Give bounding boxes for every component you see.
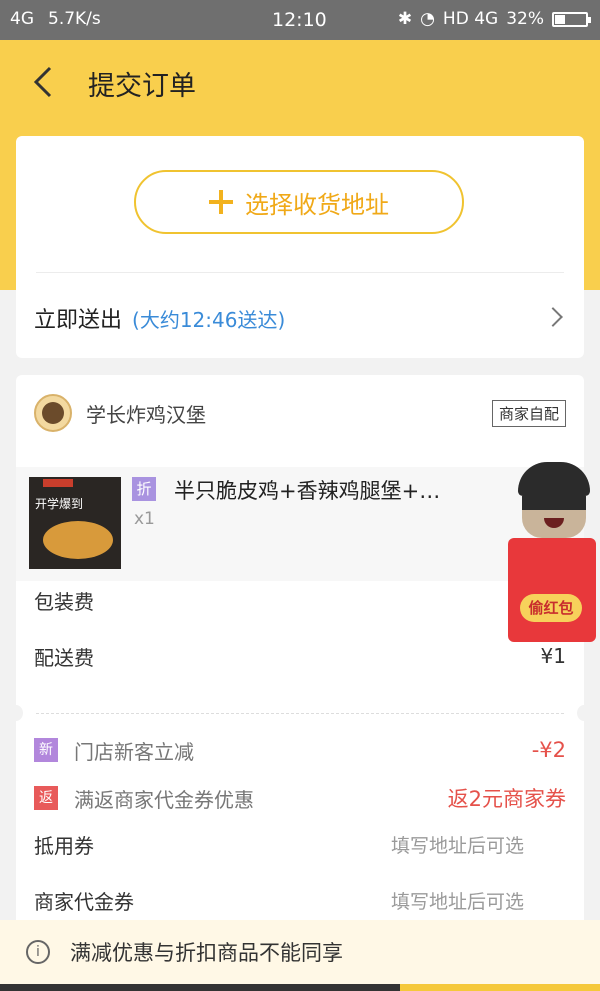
coupon-label: 抵用券 <box>34 833 94 858</box>
new-customer-promo-row: 新 门店新客立减 -¥2 <box>34 735 566 765</box>
battery-percent: 32% <box>506 9 544 29</box>
return-badge-icon: 返 <box>34 786 58 810</box>
network-hd-indicator: HD 4G <box>442 9 499 29</box>
network-indicator: 4G <box>10 9 34 29</box>
address-card: 选择收货地址 立即送出 (大约12:46送达) <box>16 136 584 358</box>
delivery-fee-row: 配送费 ¥1 <box>34 641 566 671</box>
product-quantity: x1 <box>134 509 155 529</box>
red-envelope-icon: 偷红包 <box>508 538 596 642</box>
submit-bar-accent[interactable] <box>400 984 600 991</box>
select-address-button[interactable]: 选择收货地址 <box>134 170 464 234</box>
alarm-icon: ◔ <box>420 9 435 29</box>
cashback-promo-label: 满返商家代金券优惠 <box>74 787 254 812</box>
network-speed: 5.7K/s <box>48 9 101 29</box>
product-image: 开学爆到 <box>29 477 121 569</box>
product-name: 半只脆皮鸡+香辣鸡腿堡+… <box>174 479 441 503</box>
battery-icon <box>552 11 591 27</box>
plus-icon <box>209 190 233 214</box>
clock: 12:10 <box>272 9 327 31</box>
notice-text: 满减优惠与折扣商品不能同享 <box>70 941 343 965</box>
pickup-badge: 商家自配 <box>491 400 566 427</box>
coupon-hint: 填写地址后可选 <box>390 834 524 857</box>
battery-fill <box>555 14 565 24</box>
redpacket-label: 偷红包 <box>520 594 582 622</box>
new-badge-icon: 新 <box>34 738 58 762</box>
merchant-voucher-hint: 填写地址后可选 <box>390 890 524 913</box>
product-image-text: 开学爆到 <box>35 497 84 511</box>
cashback-promo-value: 返2元商家券 <box>447 787 566 811</box>
delivery-fee-value: ¥1 <box>540 644 566 668</box>
order-card: 学长炸鸡汉堡 商家自配 开学爆到 折 半只脆皮鸡+香辣鸡腿堡+… x1 包装费 … <box>9 375 591 935</box>
back-arrow-icon[interactable] <box>28 62 64 102</box>
delivery-fee-label: 配送费 <box>34 645 94 670</box>
select-address-label: 选择收货地址 <box>245 190 389 219</box>
new-customer-promo-label: 门店新客立减 <box>74 739 194 764</box>
delivery-time-row[interactable]: 立即送出 (大约12:46送达) <box>34 298 566 338</box>
bottom-action-bar <box>0 984 600 991</box>
shop-name: 学长炸鸡汉堡 <box>86 402 206 427</box>
shop-row: 学长炸鸡汉堡 商家自配 <box>34 393 566 433</box>
discount-notice-bar: i 满减优惠与折扣商品不能同享 <box>0 920 600 984</box>
packaging-fee-label: 包装费 <box>34 589 94 614</box>
new-customer-promo-value: -¥2 <box>531 738 566 762</box>
product-row: 开学爆到 折 半只脆皮鸡+香辣鸡腿堡+… x1 <box>16 467 584 581</box>
app-header: 提交订单 <box>0 40 600 124</box>
steal-redpacket-widget[interactable]: 偷红包 <box>504 462 600 644</box>
shop-avatar <box>34 394 72 432</box>
chevron-right-icon <box>543 307 563 327</box>
discount-tag: 折 <box>132 477 156 501</box>
bluetooth-icon: ✱ <box>397 9 413 29</box>
divider <box>36 272 564 273</box>
status-bar: 4G 5.7K/s 12:10 ✱ ◔ HD 4G 32% <box>0 0 600 40</box>
info-icon: i <box>26 940 50 964</box>
merchant-voucher-row[interactable]: 商家代金券 填写地址后可选 <box>34 885 566 915</box>
packaging-fee-row: 包装费 <box>34 585 566 615</box>
page-title: 提交订单 <box>88 71 196 102</box>
dashed-divider <box>36 713 564 714</box>
delivery-label: 立即送出 <box>34 308 123 333</box>
merchant-voucher-label: 商家代金券 <box>34 889 134 914</box>
delivery-eta: (大约12:46送达) <box>132 307 286 332</box>
cashback-promo-row: 返 满返商家代金券优惠 返2元商家券 <box>34 783 566 813</box>
coupon-row[interactable]: 抵用券 填写地址后可选 <box>34 829 566 859</box>
